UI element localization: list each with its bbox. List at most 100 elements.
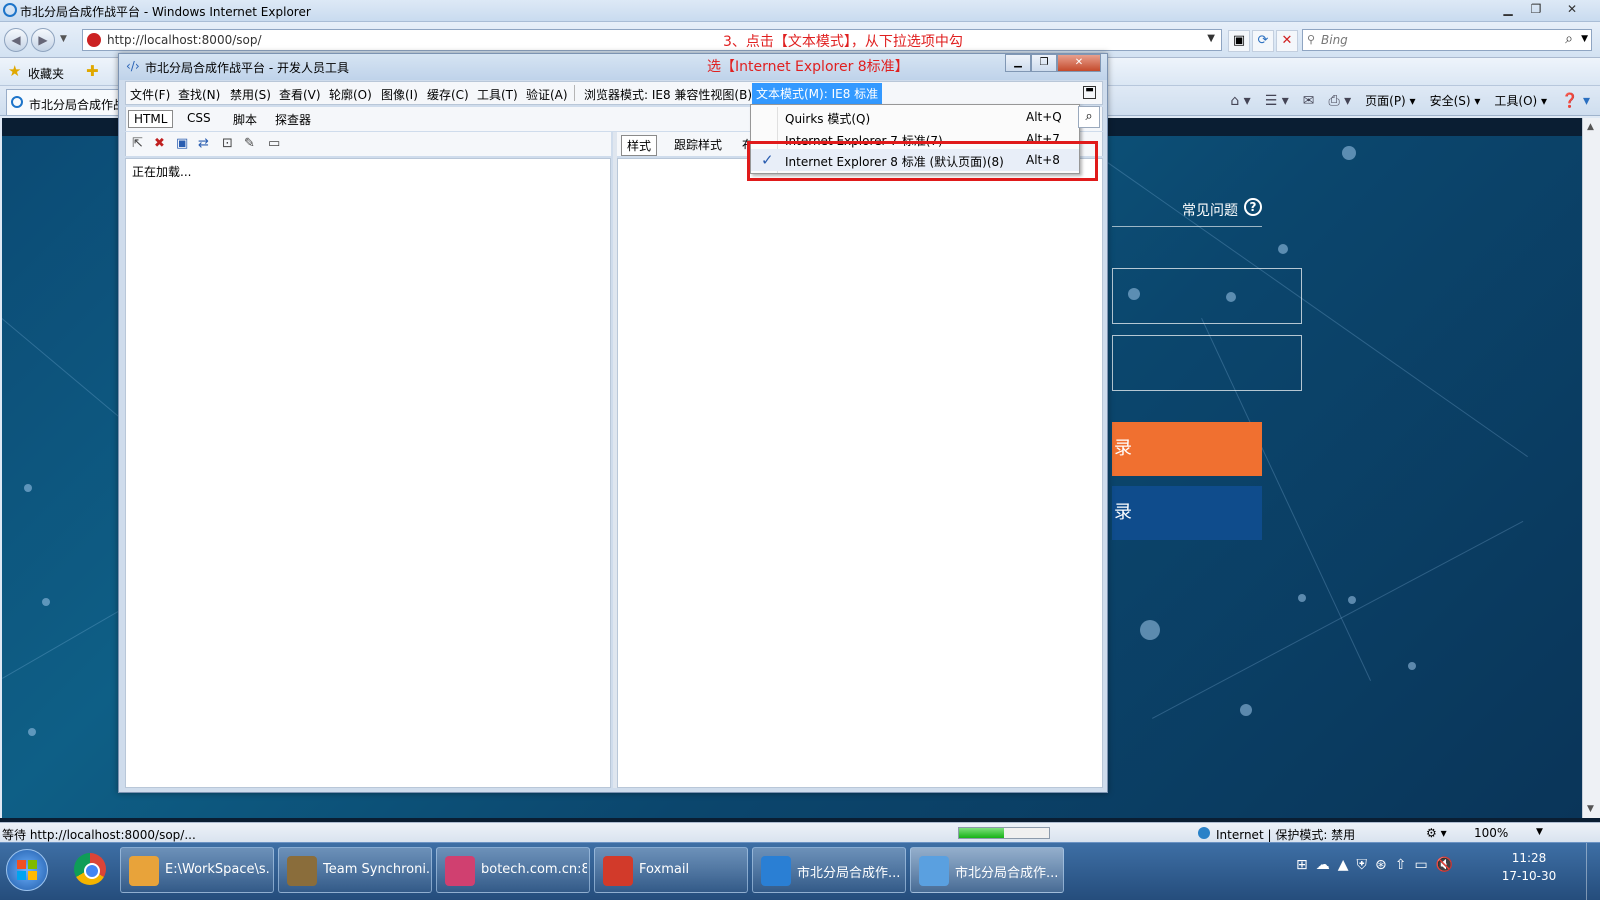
refresh-dom-icon[interactable]: ⇄ (198, 136, 209, 151)
page-menu[interactable]: 页面(P) ▾ (1365, 92, 1415, 109)
network-icon[interactable]: ☁ (1316, 857, 1330, 873)
devtools-search-icon[interactable]: ⌕ (1078, 106, 1100, 128)
app-tray-icon[interactable]: ▲ (1338, 857, 1349, 873)
menu-view[interactable]: 查看(V) (279, 86, 321, 103)
devtools-maximize-button[interactable]: ❐ (1031, 54, 1057, 72)
page-scrollbar[interactable]: ▲ ▼ (1582, 118, 1600, 818)
save-icon[interactable]: ▣ (176, 136, 188, 151)
devtools-close-button[interactable]: ✕ (1057, 54, 1101, 72)
search-box[interactable]: ⚲ Bing ⌕ ▼ (1302, 29, 1592, 51)
password-input[interactable] (1112, 335, 1302, 391)
menu-item-shortcut: Alt+Q (1026, 110, 1062, 124)
taskbar-item[interactable]: E:\WorkSpace\s... (120, 847, 274, 893)
show-desktop-button[interactable] (1586, 843, 1600, 900)
feeds-icon[interactable]: ☰ ▾ (1265, 93, 1289, 109)
search-icon[interactable]: ⌕ (1565, 31, 1573, 47)
security-zone[interactable]: Internet | 保护模式: 禁用 (1216, 826, 1355, 843)
shield-icon[interactable]: ⛨ (1357, 857, 1368, 873)
taskbar-app-icon (603, 856, 633, 886)
volume-muted-icon[interactable]: 🔇 (1436, 857, 1453, 873)
menu-file[interactable]: 文件(F) (130, 86, 170, 103)
scroll-down-icon[interactable]: ▼ (1587, 804, 1594, 814)
add-favorite-icon[interactable]: ✚ (86, 62, 99, 80)
forward-button[interactable]: ▶ (31, 28, 55, 52)
back-button[interactable]: ◀ (4, 28, 28, 52)
faq-link[interactable]: 常见问题 (1182, 200, 1238, 220)
menu-cache[interactable]: 缓存(C) (427, 86, 469, 103)
taskbar-item[interactable]: 市北分局合成作... (752, 847, 906, 893)
search-placeholder: Bing (1321, 33, 1348, 47)
compat-view-icon[interactable]: ▣ (1228, 30, 1250, 52)
word-wrap-icon[interactable]: ▭ (268, 136, 280, 151)
scroll-up-icon[interactable]: ▲ (1587, 122, 1594, 132)
address-bar[interactable]: http://localhost:8000/sop/ 3、点击【文本模式】，从下… (82, 29, 1222, 51)
home-icon[interactable]: ⌂ ▾ (1230, 93, 1250, 109)
security-tray-icon[interactable]: ⊛ (1375, 857, 1387, 873)
update-icon[interactable]: ⇧ (1395, 857, 1407, 873)
dom-tree-icon[interactable]: ⊡ (222, 136, 233, 151)
start-button[interactable] (6, 849, 48, 891)
username-input[interactable] (1112, 268, 1302, 324)
chrome-taskbar-icon[interactable] (70, 849, 112, 891)
tab-profiler[interactable]: 探查器 (270, 110, 316, 129)
menu-outline[interactable]: 轮廓(O) (329, 86, 372, 103)
zoom-level[interactable]: 100% (1474, 826, 1508, 840)
protected-mode-icon[interactable]: ⚙ ▾ (1426, 826, 1447, 840)
stop-icon[interactable]: ✕ (1276, 30, 1298, 52)
tab-css[interactable]: CSS (182, 110, 216, 126)
ime-icon[interactable]: ⊞ (1296, 857, 1308, 873)
menu-images[interactable]: 图像(I) (381, 86, 418, 103)
search-dropdown-icon[interactable]: ▼ (1581, 34, 1588, 44)
favorites-star-icon[interactable]: ★ (8, 62, 21, 80)
tab-script[interactable]: 脚本 (228, 110, 262, 129)
style-pane[interactable] (617, 158, 1103, 788)
clear-icon[interactable]: ✖ (154, 136, 165, 151)
tools-menu[interactable]: 工具(O) ▾ (1494, 92, 1547, 109)
select-element-icon[interactable]: ⇱ (132, 136, 143, 151)
html-tree-pane[interactable]: 正在加载... (125, 158, 611, 788)
menu-text-mode[interactable]: 文本模式(M): IE8 标准 (752, 83, 883, 104)
browser-tab[interactable]: 市北分局合成作战平台 (6, 89, 124, 115)
faq-underline (1112, 226, 1262, 227)
edit-icon[interactable]: ✎ (244, 136, 255, 151)
menu-validate[interactable]: 验证(A) (526, 86, 568, 103)
menu-item-quirks[interactable]: Quirks 模式(Q) Alt+Q (751, 106, 1079, 128)
close-button[interactable]: ✕ (1550, 0, 1594, 18)
alt-login-button[interactable]: 录 (1112, 486, 1262, 540)
minimize-button[interactable]: ▁ (1494, 0, 1522, 18)
taskbar-item[interactable]: 市北分局合成作... (910, 847, 1064, 893)
refresh-icon[interactable]: ⟳ (1252, 30, 1274, 52)
tab-style[interactable]: 样式 (621, 135, 658, 156)
history-dropdown-icon[interactable]: ▼ (60, 34, 67, 44)
tab-label[interactable]: 市北分局合成作战平台 (29, 96, 123, 113)
safety-menu[interactable]: 安全(S) ▾ (1430, 92, 1481, 109)
menu-browser-mode[interactable]: 浏览器模式: IE8 兼容性视图(B) (584, 86, 752, 103)
taskbar-item[interactable]: botech.com.cn:8... (436, 847, 590, 893)
address-dropdown-icon[interactable]: ▼ (1207, 33, 1215, 44)
menu-disable[interactable]: 禁用(S) (230, 86, 271, 103)
bg-dot (42, 598, 50, 606)
annotation-highlight-box (747, 141, 1098, 181)
mail-icon[interactable]: ✉ (1303, 93, 1315, 109)
menu-find[interactable]: 查找(N) (178, 86, 220, 103)
help-icon[interactable]: ❓ ▾ (1561, 93, 1590, 109)
print-icon[interactable]: ⎙ ▾ (1328, 93, 1351, 109)
favorites-label[interactable]: 收藏夹 (28, 65, 64, 82)
login-button[interactable]: 录 (1112, 422, 1262, 476)
collapse-icon[interactable]: ▬ (1083, 86, 1096, 99)
url-text[interactable]: http://localhost:8000/sop/ (107, 33, 262, 47)
windows-logo-icon (17, 860, 37, 880)
display-icon[interactable]: ▭ (1414, 857, 1427, 873)
tab-trace-styles[interactable]: 跟踪样式 (669, 135, 727, 154)
devtools-minimize-button[interactable]: ▁ (1005, 54, 1031, 72)
zoom-dropdown-icon[interactable]: ▼ (1536, 827, 1543, 837)
taskbar-item[interactable]: Team Synchroni... (278, 847, 432, 893)
maximize-button[interactable]: ❐ (1522, 0, 1550, 18)
menu-tools[interactable]: 工具(T) (477, 86, 518, 103)
ie-logo-icon (3, 3, 17, 17)
clock[interactable]: 11:28 17-10-30 (1494, 849, 1564, 885)
question-icon[interactable]: ? (1244, 198, 1262, 216)
loading-text: 正在加载... (132, 165, 192, 179)
taskbar-item[interactable]: Foxmail (594, 847, 748, 893)
tab-html[interactable]: HTML (128, 110, 174, 128)
